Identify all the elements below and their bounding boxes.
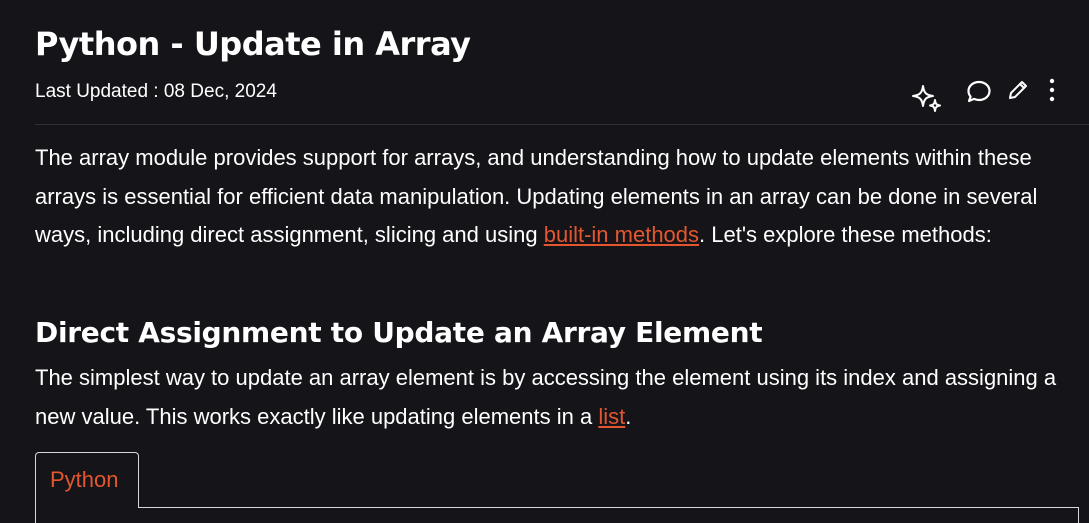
list-link[interactable]: list (598, 404, 625, 429)
article-title: Python - Update in Array (35, 25, 471, 63)
tab-python-label: Python (50, 467, 119, 492)
section-heading: Direct Assignment to Update an Array Ele… (35, 316, 763, 349)
code-block-panel (35, 507, 1079, 523)
more-options-icon[interactable] (1048, 77, 1056, 103)
intro-paragraph: The array module provides support for ar… (35, 139, 1075, 255)
comment-icon[interactable] (966, 79, 992, 105)
last-updated: Last Updated : 08 Dec, 2024 (35, 81, 277, 102)
article-toolbar (900, 74, 1080, 118)
section-text-end: . (625, 403, 632, 429)
tab-python[interactable]: Python (35, 452, 139, 508)
intro-text-end: . Let's explore these methods: (699, 222, 992, 247)
section-paragraph: The simplest way to update an array elem… (35, 359, 1075, 436)
sparkle-icon[interactable] (910, 82, 944, 116)
built-in-methods-link[interactable]: built-in methods (544, 222, 699, 247)
edit-icon[interactable] (1007, 79, 1029, 101)
section-text: The simplest way to update an array elem… (35, 365, 1057, 429)
header-divider (35, 124, 1089, 125)
